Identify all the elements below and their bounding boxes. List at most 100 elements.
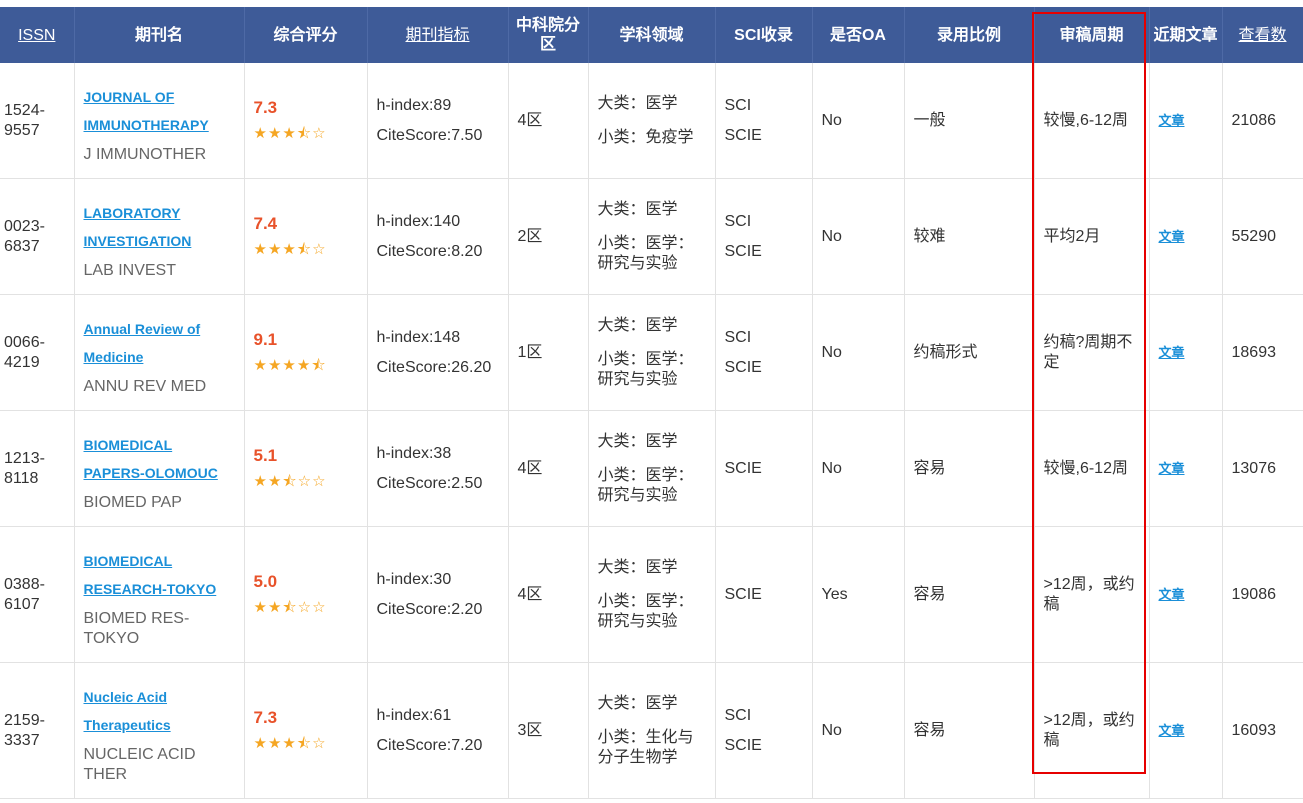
star-full-icon: ★: [296, 356, 312, 374]
citescore: CiteScore:2.20: [376, 600, 483, 618]
journal-name-line[interactable]: BIOMEDICAL: [84, 437, 173, 453]
star-half-icon: ⯪: [311, 356, 327, 374]
sci-tag: SCI: [724, 328, 752, 346]
table-row: 0066- 4219 Annual Review of Medicine ANNU …: [0, 294, 1303, 411]
review-cell: >12周，或约稿: [1034, 662, 1150, 799]
header-sci: SCI收录: [715, 7, 813, 63]
views-cell: 18693: [1222, 294, 1303, 411]
star-empty-icon: ☆: [312, 598, 327, 616]
issn-cell: 0023- 6837: [0, 178, 75, 295]
star-full-icon: ★: [253, 240, 268, 258]
issn-part: 8118: [4, 469, 39, 487]
zone-cell: 4区: [508, 410, 589, 527]
field-cell: 大类：医学 小类：生化与分子生物学: [588, 662, 716, 799]
major-category: 大类：医学: [597, 200, 678, 218]
header-metrics[interactable]: 期刊指标: [367, 7, 509, 63]
article-link[interactable]: 文章: [1159, 345, 1185, 360]
journal-name-line[interactable]: JOURNAL OF: [84, 89, 175, 105]
star-half-icon: ⯪: [296, 240, 313, 258]
journal-name-link[interactable]: BIOMEDICAL PAPERS-OLOMOUC: [84, 431, 235, 487]
major-category: 大类：医学: [597, 316, 678, 334]
article-link[interactable]: 文章: [1159, 229, 1185, 244]
h-index: h-index:140: [376, 212, 461, 230]
metrics-cell: h-index:89 CiteScore:7.50: [367, 63, 509, 179]
journal-name-link[interactable]: Annual Review of Medicine: [84, 315, 235, 371]
star-empty-icon: ☆: [312, 124, 327, 142]
journal-name-line[interactable]: LABORATORY: [84, 205, 181, 221]
journal-name-link[interactable]: LABORATORY INVESTIGATION: [84, 199, 235, 255]
score-cell: 7.4 ★★★⯪☆: [244, 178, 368, 295]
star-full-icon: ★: [282, 240, 297, 258]
journal-name-line[interactable]: Medicine: [84, 349, 144, 365]
oa-cell: No: [812, 410, 905, 527]
journal-name-line[interactable]: IMMUNOTHERAPY: [84, 117, 209, 133]
sci-tag: SCI: [724, 212, 752, 230]
article-link[interactable]: 文章: [1159, 587, 1185, 602]
h-index: h-index:30: [376, 570, 452, 588]
header-views[interactable]: 查看数: [1222, 7, 1303, 63]
journal-name-line[interactable]: RESEARCH-TOKYO: [84, 581, 217, 597]
journal-name-line[interactable]: INVESTIGATION: [84, 233, 192, 249]
recent-cell: 文章: [1149, 526, 1223, 663]
star-empty-icon: ☆: [312, 734, 327, 752]
header-score: 综合评分: [244, 7, 368, 63]
review-cell: 平均2月: [1034, 178, 1150, 295]
header-issn[interactable]: ISSN: [0, 7, 75, 63]
journal-name-link[interactable]: BIOMEDICAL RESEARCH-TOKYO: [84, 547, 235, 603]
table-row: 0023- 6837 LABORATORY INVESTIGATION LAB IN…: [0, 178, 1303, 295]
review-cell: 约稿?周期不定: [1034, 294, 1150, 411]
recent-cell: 文章: [1149, 63, 1223, 179]
header-review: 审稿周期: [1034, 7, 1150, 63]
header-acceptance: 录用比例: [904, 7, 1035, 63]
issn-part: 2159-: [4, 711, 45, 729]
sci-tag: SCIE: [724, 126, 762, 144]
score-value: 5.1: [253, 445, 278, 465]
star-full-icon: ★: [253, 598, 268, 616]
h-index: h-index:89: [376, 96, 452, 114]
issn-cell: 1524- 9557: [0, 63, 75, 179]
metrics-cell: h-index:38 CiteScore:2.50: [367, 410, 509, 527]
table-body: 1524- 9557 JOURNAL OF IMMUNOTHERAPY J IMMU…: [0, 63, 1303, 799]
acceptance-cell: 容易: [904, 526, 1035, 663]
journal-name-line[interactable]: BIOMEDICAL: [84, 553, 173, 569]
journal-name-line[interactable]: PAPERS-OLOMOUC: [84, 465, 218, 481]
journal-name-cell: Annual Review of Medicine ANNU REV MED: [74, 294, 245, 411]
minor-category: 小类：医学：研究与实验: [597, 234, 694, 272]
minor-category: 小类：生化与分子生物学: [597, 728, 694, 766]
star-rating: ★★⯪☆☆: [254, 599, 327, 616]
score-value: 5.0: [253, 571, 278, 591]
citescore: CiteScore:8.20: [376, 242, 483, 260]
journal-name-line[interactable]: Therapeutics: [84, 717, 171, 733]
journal-name-link[interactable]: JOURNAL OF IMMUNOTHERAPY: [84, 83, 235, 139]
field-cell: 大类：医学 小类：医学：研究与实验: [588, 178, 716, 295]
citescore: CiteScore:7.50: [376, 126, 483, 144]
issn-cell: 1213- 8118: [0, 410, 75, 527]
review-cell: >12周，或约稿: [1034, 526, 1150, 663]
issn-part: 6837: [4, 237, 40, 255]
field-cell: 大类：医学 小类：医学：研究与实验: [588, 410, 716, 527]
table-header-row: ISSN 期刊名 综合评分 期刊指标 中科院分区 学科领域 SCI收录 是否OA…: [0, 7, 1303, 63]
oa-cell: No: [812, 662, 905, 799]
header-zone: 中科院分区: [508, 7, 589, 63]
views-cell: 19086: [1222, 526, 1303, 663]
views-cell: 21086: [1222, 63, 1303, 179]
score-value: 7.3: [253, 97, 278, 117]
citescore: CiteScore:2.50: [376, 474, 483, 492]
article-link[interactable]: 文章: [1159, 113, 1185, 128]
issn-part: 6107: [4, 595, 40, 613]
star-empty-icon: ☆: [297, 472, 313, 490]
journal-name-line[interactable]: Nucleic Acid: [84, 689, 168, 705]
journal-name-link[interactable]: Nucleic Acid Therapeutics: [84, 683, 235, 739]
journal-name-line[interactable]: Annual Review of: [84, 321, 201, 337]
field-cell: 大类：医学 小类：医学：研究与实验: [588, 526, 716, 663]
table-row: 1213- 8118 BIOMEDICAL PAPERS-OLOMOUC BIOME…: [0, 410, 1303, 527]
zone-cell: 1区: [508, 294, 589, 411]
minor-category: 小类：医学：研究与实验: [597, 466, 694, 504]
article-link[interactable]: 文章: [1159, 723, 1185, 738]
views-cell: 16093: [1222, 662, 1303, 799]
major-category: 大类：医学: [597, 694, 678, 712]
sci-cell: SCI SCIE: [715, 662, 813, 799]
journal-abbr: BIOMED RES-TOKYO: [83, 609, 190, 647]
article-link[interactable]: 文章: [1159, 461, 1185, 476]
issn-part: 3337: [4, 731, 40, 749]
